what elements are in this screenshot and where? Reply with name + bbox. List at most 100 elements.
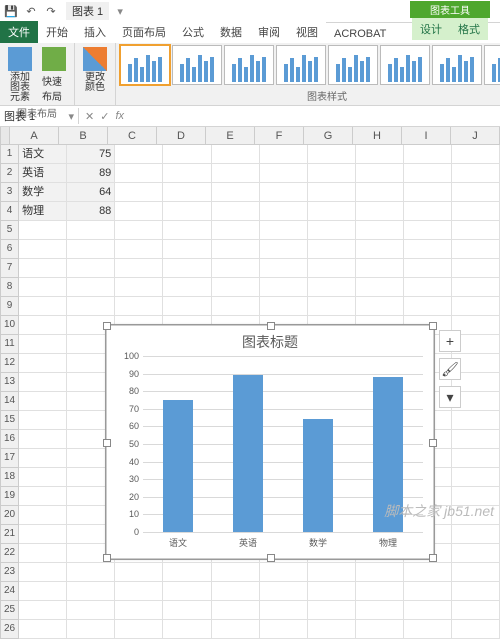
row-header-19[interactable]: 19	[0, 487, 19, 506]
chart-styles-gallery[interactable]	[120, 45, 500, 85]
row-header-14[interactable]: 14	[0, 392, 19, 411]
row-header-10[interactable]: 10	[0, 316, 19, 335]
cell-A1[interactable]: 语文	[19, 145, 67, 164]
cell-C26[interactable]	[115, 620, 163, 639]
cell-B8[interactable]	[67, 278, 115, 297]
cell-G7[interactable]	[308, 259, 356, 278]
cell-D25[interactable]	[163, 601, 211, 620]
cell-G26[interactable]	[308, 620, 356, 639]
row-header-9[interactable]: 9	[0, 297, 19, 316]
cell-B6[interactable]	[67, 240, 115, 259]
cell-C25[interactable]	[115, 601, 163, 620]
cell-F23[interactable]	[260, 563, 308, 582]
col-header-C[interactable]: C	[108, 127, 157, 145]
select-all-corner[interactable]	[0, 127, 10, 145]
row-header-17[interactable]: 17	[0, 449, 19, 468]
redo-icon[interactable]: ↷	[44, 4, 58, 18]
cell-E24[interactable]	[212, 582, 260, 601]
cell-J21[interactable]	[452, 525, 500, 544]
col-header-H[interactable]: H	[353, 127, 402, 145]
cell-E8[interactable]	[212, 278, 260, 297]
row-header-24[interactable]: 24	[0, 582, 19, 601]
cell-G23[interactable]	[308, 563, 356, 582]
chart-plot-area[interactable]: 0102030405060708090100语文英语数学物理	[143, 356, 423, 532]
row-header-15[interactable]: 15	[0, 411, 19, 430]
resize-handle-n[interactable]	[267, 322, 275, 330]
row-header-21[interactable]: 21	[0, 525, 19, 544]
cell-A18[interactable]	[19, 468, 67, 487]
cell-A14[interactable]	[19, 392, 67, 411]
cell-A17[interactable]	[19, 449, 67, 468]
cell-G25[interactable]	[308, 601, 356, 620]
cell-I7[interactable]	[404, 259, 452, 278]
resize-handle-sw[interactable]	[103, 554, 111, 562]
tab-data[interactable]: 数据	[212, 21, 250, 43]
chart-style-4[interactable]	[276, 45, 326, 85]
row-header-6[interactable]: 6	[0, 240, 19, 259]
cell-C4[interactable]	[115, 202, 163, 221]
cell-H5[interactable]	[356, 221, 404, 240]
row-header-2[interactable]: 2	[0, 164, 19, 183]
cell-A11[interactable]	[19, 335, 67, 354]
chart-styles-button[interactable]: 🖌	[439, 358, 461, 380]
resize-handle-e[interactable]	[429, 439, 437, 447]
col-header-J[interactable]: J	[451, 127, 500, 145]
cell-D9[interactable]	[163, 297, 211, 316]
cell-A20[interactable]	[19, 506, 67, 525]
cell-D8[interactable]	[163, 278, 211, 297]
bar-语文[interactable]	[163, 400, 193, 532]
cell-B25[interactable]	[67, 601, 115, 620]
chart-filters-button[interactable]: ▾	[439, 386, 461, 408]
resize-handle-ne[interactable]	[429, 322, 437, 330]
row-header-3[interactable]: 3	[0, 183, 19, 202]
row-header-1[interactable]: 1	[0, 145, 19, 164]
document-name[interactable]: 图表 1	[66, 2, 109, 20]
cell-I26[interactable]	[404, 620, 452, 639]
cell-G4[interactable]	[308, 202, 356, 221]
cell-A6[interactable]	[19, 240, 67, 259]
cell-A25[interactable]	[19, 601, 67, 620]
cell-A13[interactable]	[19, 373, 67, 392]
resize-handle-se[interactable]	[429, 554, 437, 562]
cell-J26[interactable]	[452, 620, 500, 639]
col-header-B[interactable]: B	[59, 127, 108, 145]
cell-I5[interactable]	[404, 221, 452, 240]
cell-J25[interactable]	[452, 601, 500, 620]
cell-D26[interactable]	[163, 620, 211, 639]
col-header-E[interactable]: E	[206, 127, 255, 145]
cell-H8[interactable]	[356, 278, 404, 297]
cell-H6[interactable]	[356, 240, 404, 259]
cell-I6[interactable]	[404, 240, 452, 259]
cell-G8[interactable]	[308, 278, 356, 297]
cell-J7[interactable]	[452, 259, 500, 278]
cell-B26[interactable]	[67, 620, 115, 639]
tab-home[interactable]: 开始	[38, 21, 76, 43]
chart-style-1[interactable]	[120, 45, 170, 85]
cell-D23[interactable]	[163, 563, 211, 582]
cell-A9[interactable]	[19, 297, 67, 316]
cell-F25[interactable]	[260, 601, 308, 620]
save-icon[interactable]: 💾	[4, 4, 18, 18]
cell-G5[interactable]	[308, 221, 356, 240]
row-header-16[interactable]: 16	[0, 430, 19, 449]
cell-D2[interactable]	[163, 164, 211, 183]
row-header-25[interactable]: 25	[0, 601, 19, 620]
row-header-18[interactable]: 18	[0, 468, 19, 487]
col-header-G[interactable]: G	[304, 127, 353, 145]
cell-B5[interactable]	[67, 221, 115, 240]
cell-E9[interactable]	[212, 297, 260, 316]
cell-I25[interactable]	[404, 601, 452, 620]
cell-A26[interactable]	[19, 620, 67, 639]
cell-H4[interactable]	[356, 202, 404, 221]
undo-icon[interactable]: ↶	[24, 4, 38, 18]
cell-F8[interactable]	[260, 278, 308, 297]
cell-B1[interactable]: 75	[67, 145, 115, 164]
cell-D6[interactable]	[163, 240, 211, 259]
col-header-F[interactable]: F	[255, 127, 304, 145]
tab-review[interactable]: 审阅	[250, 21, 288, 43]
cell-I24[interactable]	[404, 582, 452, 601]
cell-D24[interactable]	[163, 582, 211, 601]
cell-A2[interactable]: 英语	[19, 164, 67, 183]
cell-I1[interactable]	[404, 145, 452, 164]
cell-F9[interactable]	[260, 297, 308, 316]
